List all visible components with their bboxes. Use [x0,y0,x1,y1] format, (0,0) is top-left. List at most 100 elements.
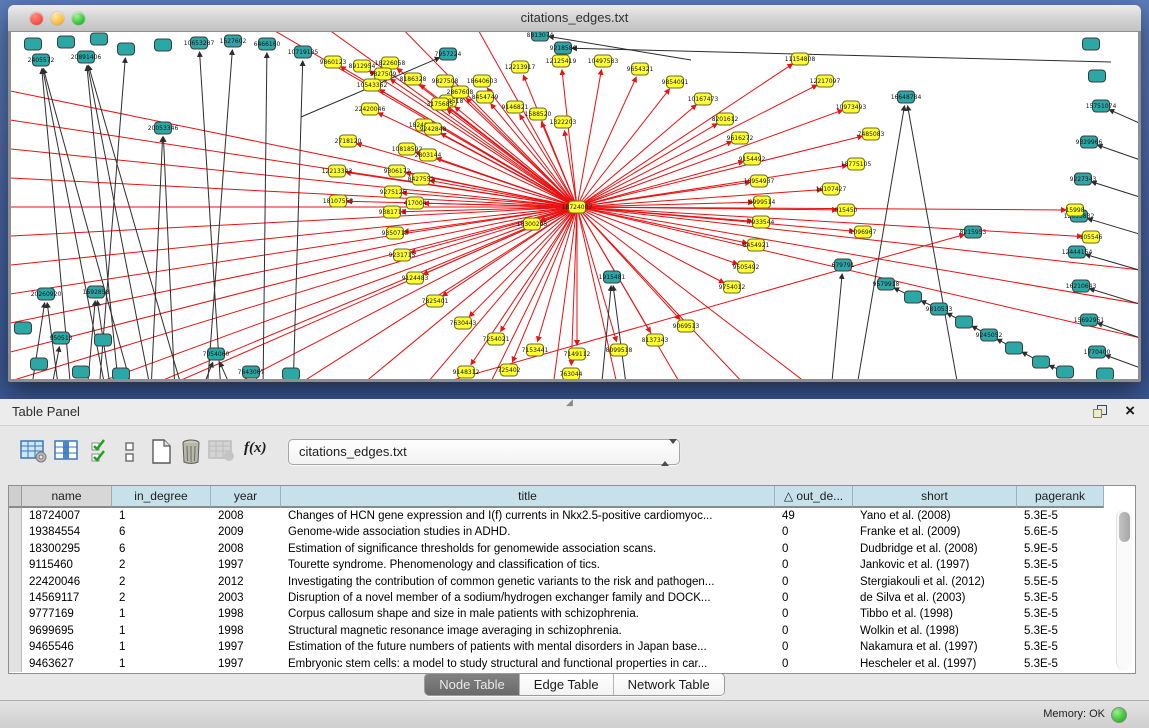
table-cell[interactable]: 0 [775,639,853,655]
table-cell[interactable]: 5.3E-5 [1017,508,1104,524]
table-cell[interactable]: 2008 [211,541,281,557]
table-cell[interactable]: 5.3E-5 [1017,606,1104,622]
table-cell[interactable]: Disruption of a novel member of a sodium… [281,590,775,606]
column-header-out_de[interactable]: △ out_de... [775,486,853,508]
table-cell[interactable]: Corpus callosum shape and size in male p… [281,606,775,622]
table-cell[interactable]: 2 [112,590,211,606]
table-cell[interactable]: 49 [775,508,853,524]
column-header-year[interactable]: year [211,486,281,508]
table-cell[interactable]: 2 [112,574,211,590]
column-header-in_degree[interactable]: in_degree [112,486,211,508]
table-row[interactable]: 1938455462009Genome-wide association stu… [9,524,1135,540]
table-row[interactable]: 969969511998Structural magnetic resonanc… [9,623,1135,639]
graph-node[interactable] [155,39,172,51]
table-cell[interactable]: 5.3E-5 [1017,623,1104,639]
column-header-title[interactable]: title [281,486,775,508]
select-column-icon[interactable] [54,439,80,463]
table-cell[interactable]: Tibbo et al. (1998) [853,606,1017,622]
table-cell[interactable]: 9699695 [22,623,112,639]
graph-node[interactable] [118,43,135,55]
table-cell[interactable]: 6 [112,524,211,540]
table-row[interactable]: 1830029562008Estimation of significance … [9,541,1135,557]
table-cell[interactable]: 5.3E-5 [1017,639,1104,655]
unselect-columns-icon[interactable] [124,439,136,465]
select-all-columns-icon[interactable] [90,439,112,465]
table-cell[interactable]: Structural magnetic resonance image aver… [281,623,775,639]
memory-status-indicator[interactable] [1111,707,1127,723]
graph-node[interactable] [1006,342,1023,354]
panel-resize-grip-icon[interactable]: ◢ [566,397,573,408]
graph-node[interactable] [73,366,90,378]
tab-node-table[interactable]: Node Table [425,674,520,695]
graph-node[interactable] [1097,368,1114,379]
graph-node[interactable] [905,291,922,303]
table-cell[interactable]: 5.5E-5 [1017,574,1104,590]
table-cell[interactable]: 1 [112,656,211,672]
table-cell[interactable]: 2003 [211,590,281,606]
table-cell[interactable]: Estimation of significance thresholds fo… [281,541,775,557]
window-titlebar[interactable]: citations_edges.txt [8,5,1141,32]
table-cell[interactable]: 5.9E-5 [1017,541,1104,557]
table-cell[interactable]: Hescheler et al. (1997) [853,656,1017,672]
table-cell[interactable]: 2008 [211,508,281,524]
table-cell[interactable]: 9463627 [22,656,112,672]
new-table-icon[interactable] [150,439,174,465]
table-cell[interactable]: 5.3E-5 [1017,656,1104,672]
table-cell[interactable]: 22420046 [22,574,112,590]
graph-node[interactable] [95,334,112,346]
table-cell[interactable]: 0 [775,623,853,639]
table-cell[interactable]: 0 [775,590,853,606]
table-cell[interactable]: Franke et al. (2009) [853,524,1017,540]
table-cell[interactable]: Yano et al. (2008) [853,508,1017,524]
table-cell[interactable]: 2009 [211,524,281,540]
table-cell[interactable]: 0 [775,574,853,590]
graph-node[interactable] [283,368,300,379]
table-row[interactable]: 977716911998Corpus callosum shape and si… [9,606,1135,622]
table-cell[interactable]: 2 [112,557,211,573]
table-cell[interactable]: 1 [112,639,211,655]
table-cell[interactable]: Tourette syndrome. Phenomenology and cla… [281,557,775,573]
table-cell[interactable]: 5.3E-5 [1017,557,1104,573]
network-canvas[interactable]: 2405572208914061065328715276026466160107… [11,32,1138,379]
table-cell[interactable]: 1 [112,623,211,639]
table-cell[interactable]: Embryonic stem cells: a model to study s… [281,656,775,672]
vertical-scrollbar[interactable] [1116,510,1132,670]
table-cell[interactable]: Changes of HCN gene expression and I(f) … [281,508,775,524]
table-settings-icon[interactable] [20,439,48,463]
tab-network-table[interactable]: Network Table [614,674,724,695]
table-cell[interactable]: 0 [775,557,853,573]
function-builder-icon[interactable]: f(x) [244,440,267,457]
table-cell[interactable]: 9777169 [22,606,112,622]
table-cell[interactable]: 14569117 [22,590,112,606]
column-header-name[interactable]: name [22,486,112,508]
table-cell[interactable]: 0 [775,541,853,557]
table-cell[interactable]: 18300295 [22,541,112,557]
table-row[interactable]: 946362711997Embryonic stem cells: a mode… [9,656,1135,672]
table-row[interactable]: 1456911722003Disruption of a novel membe… [9,590,1135,606]
table-cell[interactable]: 0 [775,606,853,622]
table-row[interactable]: 2242004622012Investigating the contribut… [9,574,1135,590]
float-panel-icon[interactable] [1093,405,1107,418]
close-panel-icon[interactable]: × [1125,401,1135,421]
table-cell[interactable]: 2012 [211,574,281,590]
graph-node[interactable] [25,38,42,50]
table-cell[interactable]: 1 [112,508,211,524]
graph-node[interactable] [1033,356,1050,368]
column-header-pagerank[interactable]: pagerank [1017,486,1104,508]
table-cell[interactable]: 5.6E-5 [1017,524,1104,540]
graph-node[interactable] [1057,366,1074,378]
table-cell[interactable]: 1998 [211,623,281,639]
table-cell[interactable]: 9115460 [22,557,112,573]
table-cell[interactable]: Genome-wide association studies in ADHD. [281,524,775,540]
table-cell[interactable]: 5.3E-5 [1017,590,1104,606]
graph-node[interactable] [31,358,48,370]
table-cell[interactable]: Jankovic et al. (1997) [853,557,1017,573]
table-cell[interactable]: Wolkin et al. (1998) [853,623,1017,639]
table-row[interactable]: 1872400712008Changes of HCN gene express… [9,508,1135,524]
delete-icon[interactable] [180,439,204,465]
table-row[interactable]: 946554611997Estimation of the future num… [9,639,1135,655]
table-cell[interactable]: 0 [775,656,853,672]
table-cell[interactable]: 0 [775,524,853,540]
table-cell[interactable]: Investigating the contribution of common… [281,574,775,590]
table-cell[interactable]: 1997 [211,557,281,573]
